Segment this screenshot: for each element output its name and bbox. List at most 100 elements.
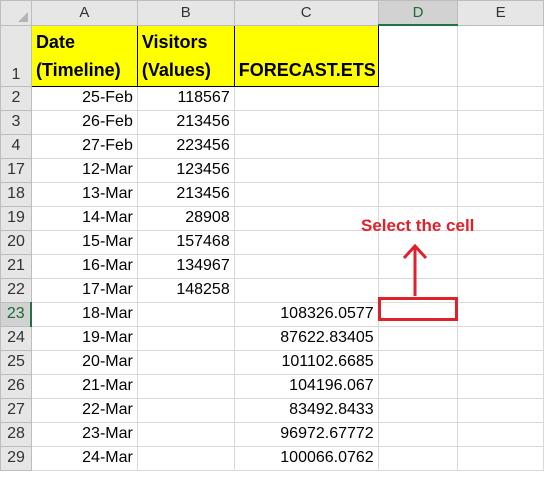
cell-d[interactable] [377, 445, 459, 471]
visitors-cell[interactable] [136, 349, 235, 375]
visitors-cell[interactable]: 118567 [136, 85, 235, 111]
date-cell[interactable]: 18-Mar [30, 301, 138, 327]
row-header[interactable]: 18 [0, 181, 32, 207]
cell-d[interactable] [377, 421, 459, 447]
date-cell[interactable]: 19-Mar [30, 325, 138, 351]
forecast-cell[interactable]: 104196.067 [233, 373, 379, 399]
cell-d[interactable] [377, 133, 459, 159]
forecast-cell[interactable] [233, 85, 379, 111]
date-cell[interactable]: 26-Feb [30, 109, 138, 135]
visitors-cell[interactable]: 157468 [136, 229, 235, 255]
row-header[interactable]: 26 [0, 373, 32, 399]
visitors-cell[interactable] [136, 301, 235, 327]
forecast-cell[interactable] [233, 109, 379, 135]
row-header[interactable]: 2 [0, 85, 32, 111]
cell-d[interactable] [377, 109, 459, 135]
cell-d[interactable] [377, 325, 459, 351]
row-header[interactable]: 27 [0, 397, 32, 423]
date-header-cell[interactable]: Date (Timeline) [30, 24, 138, 87]
forecast-cell[interactable]: 108326.0577 [233, 301, 379, 327]
cell-e[interactable] [457, 157, 544, 183]
date-cell[interactable]: 16-Mar [30, 253, 138, 279]
row-header[interactable]: 29 [0, 445, 32, 471]
forecast-cell[interactable]: 96972.67772 [233, 421, 379, 447]
column-header-e[interactable]: E [457, 0, 544, 26]
visitors-cell[interactable]: 148258 [136, 277, 235, 303]
row-header[interactable]: 17 [0, 157, 32, 183]
select-all-corner[interactable] [0, 0, 32, 26]
row-header[interactable]: 25 [0, 349, 32, 375]
cell-e1[interactable] [457, 24, 544, 87]
forecast-cell[interactable]: 101102.6685 [233, 349, 379, 375]
row-header[interactable]: 20 [0, 229, 32, 255]
visitors-cell[interactable] [136, 421, 235, 447]
visitors-cell[interactable]: 123456 [136, 157, 235, 183]
cell-e[interactable] [457, 445, 544, 471]
date-cell[interactable]: 13-Mar [30, 181, 138, 207]
cell-e[interactable] [457, 109, 544, 135]
cell-e[interactable] [457, 373, 544, 399]
cell-e[interactable] [457, 277, 544, 303]
visitors-cell[interactable]: 134967 [136, 253, 235, 279]
cell-d[interactable] [377, 181, 459, 207]
visitors-cell[interactable] [136, 325, 235, 351]
column-header-d[interactable]: D [377, 0, 459, 26]
forecast-cell[interactable]: 100066.0762 [233, 445, 379, 471]
forecast-cell[interactable]: 83492.8433 [233, 397, 379, 423]
cell-d[interactable] [377, 397, 459, 423]
forecast-cell[interactable] [233, 181, 379, 207]
row-header[interactable]: 19 [0, 205, 32, 231]
column-header-c[interactable]: C [233, 0, 379, 26]
date-cell[interactable]: 22-Mar [30, 397, 138, 423]
row-header[interactable]: 24 [0, 325, 32, 351]
cell-d[interactable] [377, 373, 459, 399]
forecast-cell[interactable] [233, 253, 379, 279]
visitors-cell[interactable] [136, 397, 235, 423]
forecast-header-cell[interactable]: FORECAST.ETS [233, 24, 379, 87]
cell-e[interactable] [457, 397, 544, 423]
date-cell[interactable]: 23-Mar [30, 421, 138, 447]
visitors-cell[interactable]: 28908 [136, 205, 235, 231]
visitors-header-cell[interactable]: Visitors (Values) [136, 24, 235, 87]
date-cell[interactable]: 20-Mar [30, 349, 138, 375]
cell-e[interactable] [457, 349, 544, 375]
date-cell[interactable]: 15-Mar [30, 229, 138, 255]
forecast-cell[interactable] [233, 229, 379, 255]
row-header[interactable]: 23 [0, 301, 33, 327]
row-header[interactable]: 3 [0, 109, 32, 135]
forecast-cell[interactable] [233, 205, 379, 231]
cell-e[interactable] [457, 325, 544, 351]
date-cell[interactable]: 25-Feb [30, 85, 138, 111]
date-cell[interactable]: 14-Mar [30, 205, 138, 231]
cell-e[interactable] [457, 85, 544, 111]
forecast-cell[interactable] [233, 157, 379, 183]
date-cell[interactable]: 17-Mar [30, 277, 138, 303]
visitors-cell[interactable]: 223456 [136, 133, 235, 159]
cell-d[interactable] [377, 85, 459, 111]
forecast-cell[interactable] [233, 277, 379, 303]
visitors-cell[interactable]: 213456 [136, 109, 235, 135]
visitors-cell[interactable]: 213456 [136, 181, 235, 207]
selected-cell-highlight[interactable] [378, 297, 458, 321]
visitors-cell[interactable] [136, 373, 235, 399]
date-cell[interactable]: 24-Mar [30, 445, 138, 471]
forecast-cell[interactable]: 87622.83405 [233, 325, 379, 351]
cell-d[interactable] [377, 157, 459, 183]
date-cell[interactable]: 12-Mar [30, 157, 138, 183]
row-header[interactable]: 21 [0, 253, 32, 279]
cell-e[interactable] [457, 421, 544, 447]
cell-e[interactable] [457, 181, 544, 207]
cell-d[interactable] [377, 349, 459, 375]
row-header[interactable]: 28 [0, 421, 32, 447]
cell-e[interactable] [457, 253, 544, 279]
cell-e[interactable] [457, 301, 544, 327]
row-header[interactable]: 22 [0, 277, 32, 303]
column-header-b[interactable]: B [136, 0, 235, 26]
forecast-cell[interactable] [233, 133, 379, 159]
date-cell[interactable]: 27-Feb [30, 133, 138, 159]
visitors-cell[interactable] [136, 445, 235, 471]
row-header[interactable]: 1 [0, 24, 32, 87]
cell-e[interactable] [457, 133, 544, 159]
date-cell[interactable]: 21-Mar [30, 373, 138, 399]
row-header[interactable]: 4 [0, 133, 32, 159]
